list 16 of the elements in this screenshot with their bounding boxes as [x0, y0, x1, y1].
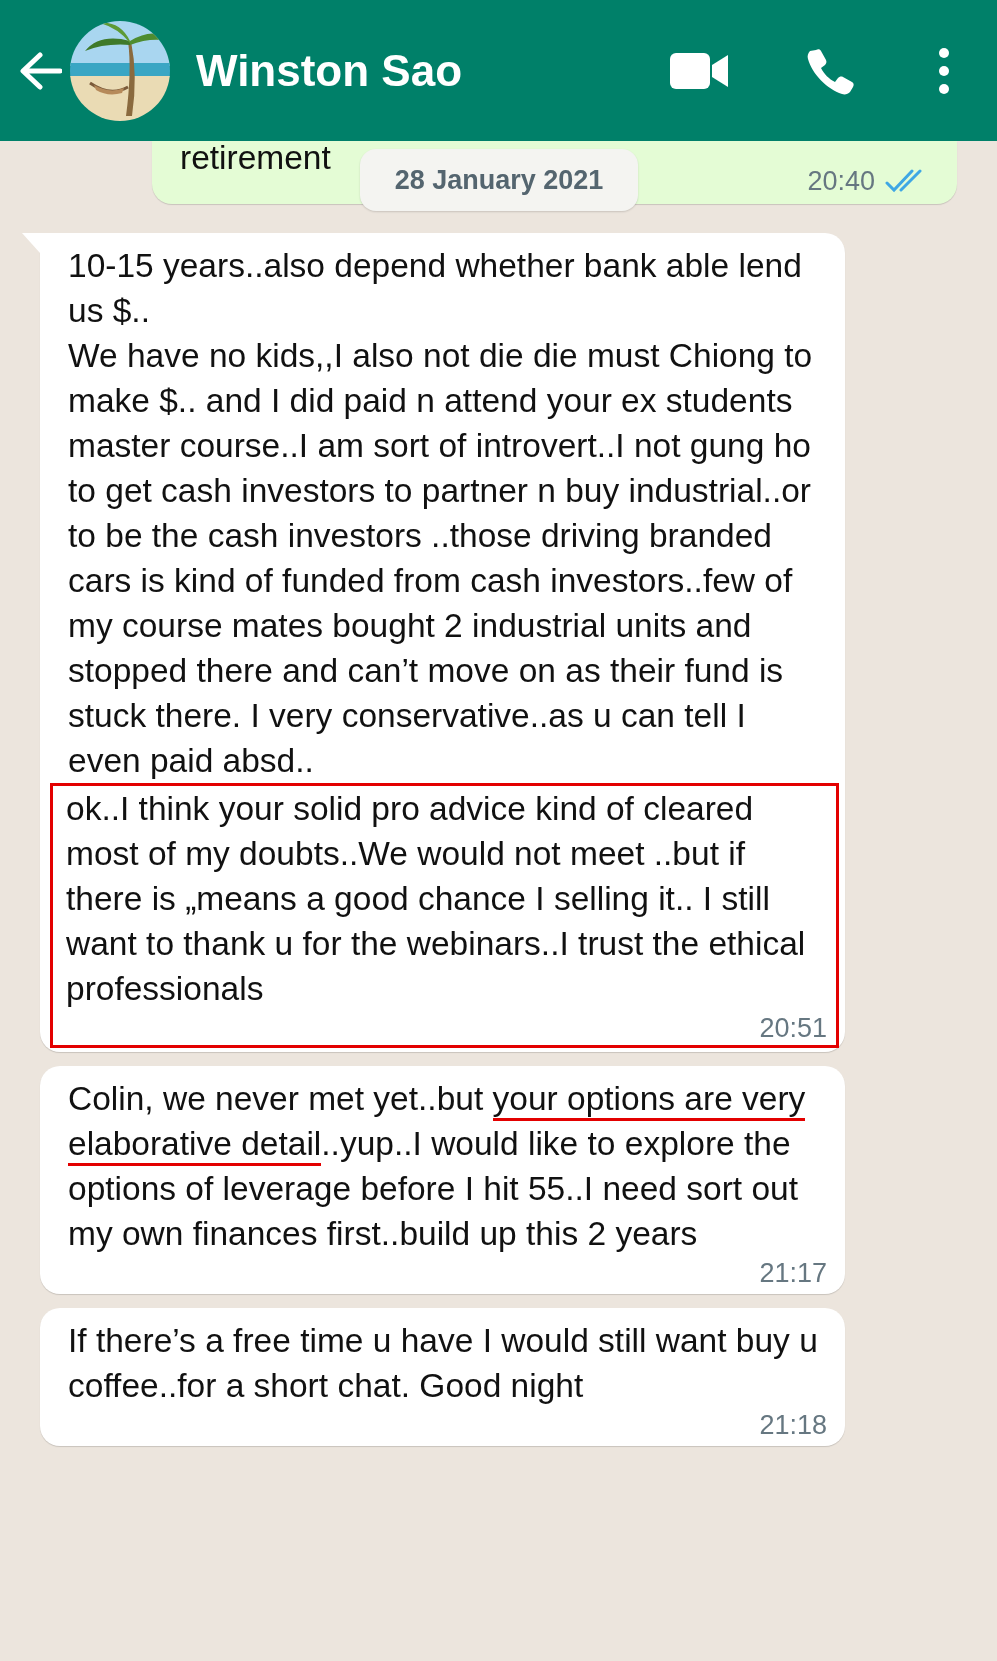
message-text: retirement	[180, 141, 332, 178]
message-text: If there’s a free time u have I would still want buy u coffee..for a short chat. Good night	[68, 1321, 819, 1406]
message-text: 10-15 years..also depend whether bank able lend us $..	[68, 246, 803, 331]
message-time: 21:18	[759, 1409, 827, 1442]
message-time: 20:51	[759, 1012, 827, 1045]
video-camera-icon[interactable]	[670, 50, 728, 91]
contact-name[interactable]: Winston Sao	[196, 45, 463, 96]
message-text: Colin, we never met yet..but your options are very elaborative detail..yup..I would like to explore the options of leverage before I hit 55..I need sort out my own finances first..build up this 2 years	[68, 1079, 807, 1254]
message-time: 21:17	[759, 1257, 827, 1290]
date-label: 28 January 2021	[360, 149, 638, 211]
message-time: 20:40	[807, 165, 875, 198]
message-text: ok..I think your solid pro advice kind of cleared most of my doubts..We would not meet ..but if there is „means a good chance I selling it.. I still want to thank u for the webinars..I trust the ethical professionals	[66, 789, 807, 1009]
phone-icon[interactable]	[806, 46, 854, 95]
menu-icon[interactable]	[938, 46, 950, 95]
back-arrow-icon[interactable]	[18, 50, 62, 91]
message-text: We have no kids,,I also not die die must Chiong to make $.. and I did paid n attend your ex students master course..I am sort of introvert..I not gung ho to get cash investors to partner n buy industrial..or to be the cash investors ..those driving branded cars is kind of funded from cash investors..few of my course mates bought 2 industrial units and stopped there and can’t move on as their fund is stuck there. I very conservative..as u can tell I even paid absd..	[68, 336, 814, 781]
